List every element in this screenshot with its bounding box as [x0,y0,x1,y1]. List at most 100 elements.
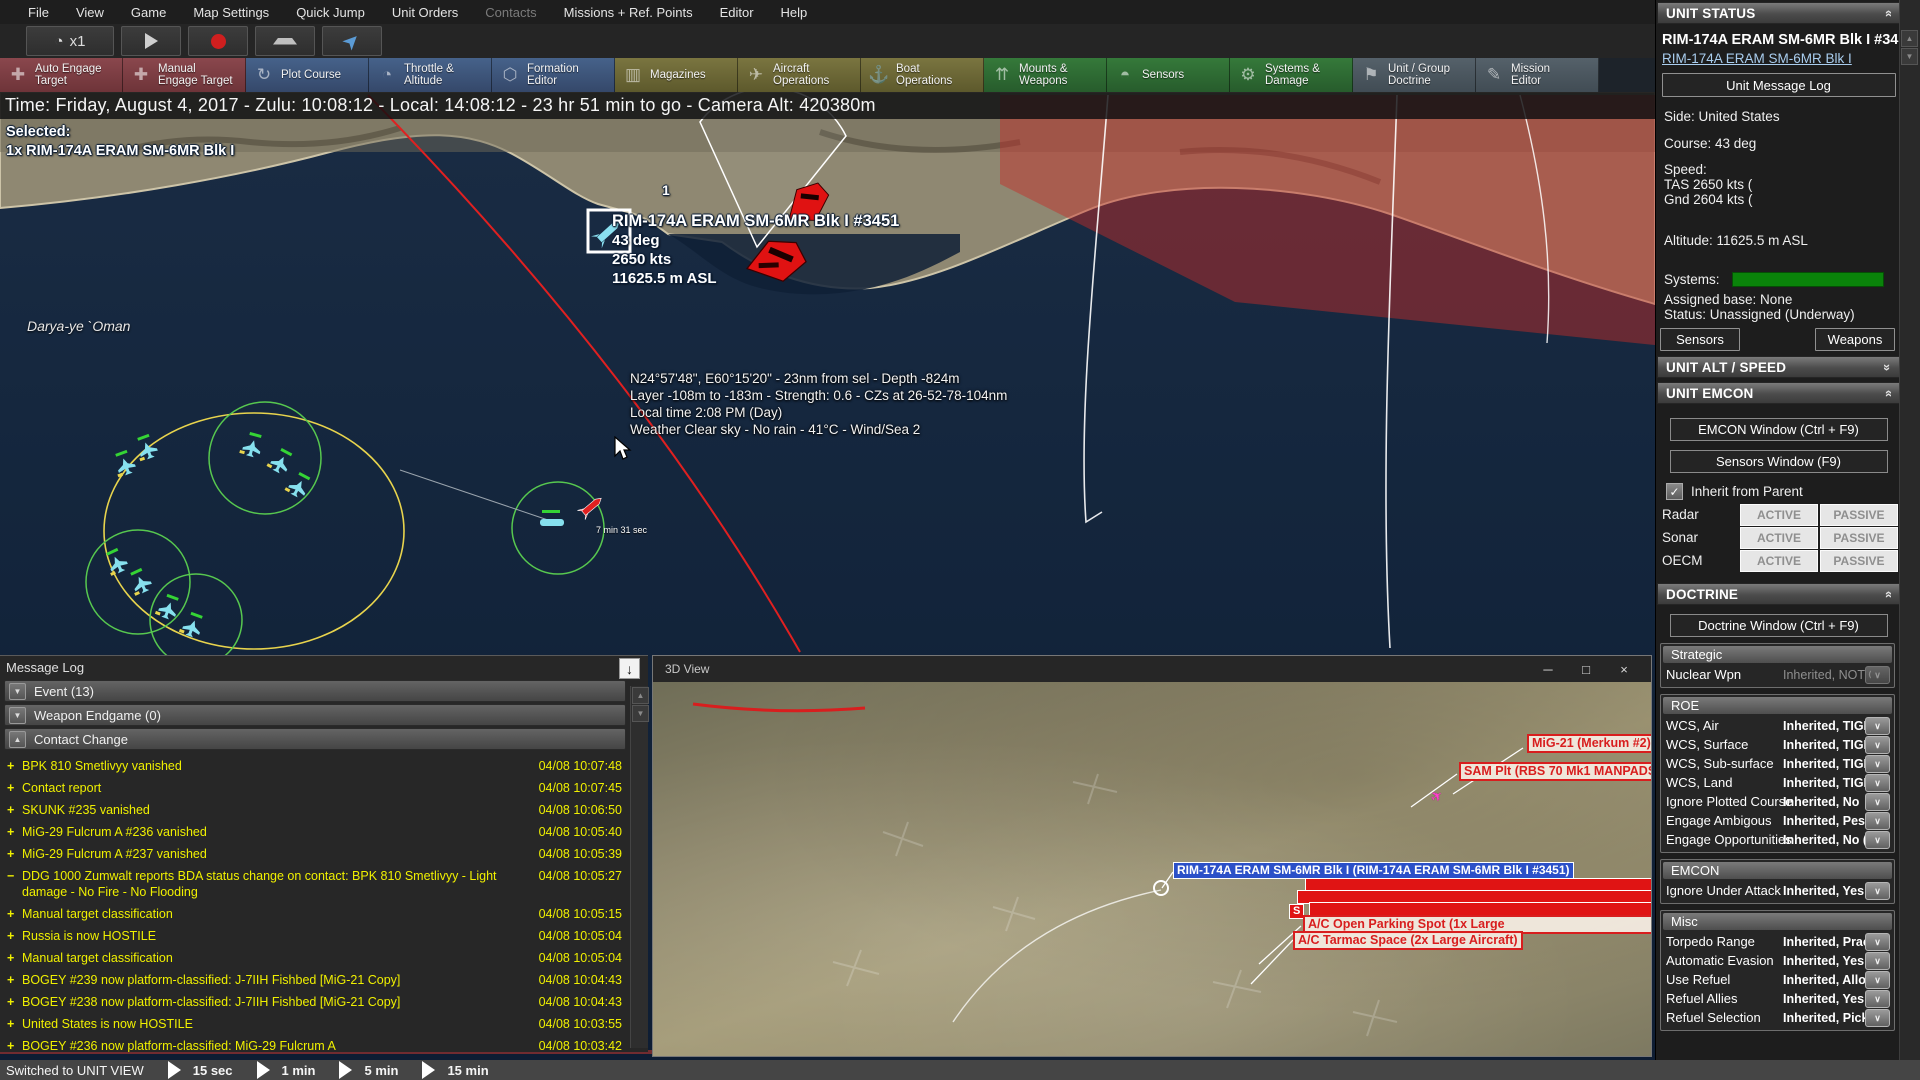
log-entry[interactable]: − DDG 1000 Zumwalt reports BDA status ch… [0,865,648,903]
expand-icon[interactable]: + [7,824,14,840]
minimize-icon[interactable]: ─ [1533,662,1563,677]
dropdown-icon[interactable]: ∨ [1865,882,1890,900]
expand-icon[interactable]: + [7,972,14,988]
log-entry[interactable]: + Manual target classification 04/08 10:… [0,947,648,969]
dropdown-icon[interactable]: ∨ [1865,774,1890,792]
scroll-up-icon[interactable]: ▲ [1901,30,1918,47]
unit-alt-speed-header[interactable]: UNIT ALT / SPEED » [1657,356,1900,378]
toolbar-button[interactable]: ◔ Throttle & Altitude [369,58,492,92]
time-speed-option[interactable]: 5 min [325,1061,398,1079]
dropdown-icon[interactable]: ∨ [1865,736,1890,754]
passive-button[interactable]: PASSIVE [1820,526,1898,549]
log-entry[interactable]: + BOGEY #239 now platform-classified: J-… [0,969,648,991]
log-entry[interactable]: + MiG-29 Fulcrum A #237 vanished 04/08 1… [0,843,648,865]
3d-view-content[interactable]: ✈ ✈ ✈ ✈ MiG-21 (Merkum #2) SAM Plt (RBS … [653,682,1651,1056]
log-entry[interactable]: + Contact report 04/08 10:07:45 [0,777,648,799]
toolbar-button[interactable]: ⚓ Boat Operations [861,58,984,92]
3d-label-tarmac[interactable]: A/C Tarmac Space (2x Large Aircraft) [1293,931,1523,950]
sensors-window-button[interactable]: Sensors Window (F9) [1669,450,1888,473]
menu-item[interactable]: Missions + Ref. Points [564,5,693,20]
log-entry[interactable]: + United States is now HOSTILE 04/08 10:… [0,1013,648,1035]
maximize-icon[interactable]: □ [1571,662,1601,677]
dropdown-icon[interactable]: ∨ [1865,717,1890,735]
expand-icon[interactable]: + [7,928,14,944]
toolbar-button[interactable]: ⚑ Unit / Group Doctrine [1353,58,1476,92]
toolbar-button[interactable]: ⚙ Systems & Damage [1230,58,1353,92]
quick-jump-button[interactable]: ➤ [322,26,382,56]
toolbar-button[interactable]: ⬡ Formation Editor [492,58,615,92]
friendly-aircraft-icon[interactable] [125,566,154,597]
sidebar-scrollbar[interactable]: ▲ ▼ [1899,0,1920,1080]
friendly-aircraft-icon[interactable] [239,430,265,459]
scroll-down-icon[interactable]: ▼ [632,705,649,722]
log-entry[interactable]: + MiG-29 Fulcrum A #236 vanished 04/08 1… [0,821,648,843]
selected-unit-map-label[interactable]: RIM-174A ERAM SM-6MR Blk I #3451 43 deg … [612,212,899,288]
chevron-up-icon[interactable]: » [1880,9,1895,16]
toolbar-button[interactable]: ✚ Auto Engage Target [0,58,123,92]
checkbox-checked-icon[interactable]: ✓ [1666,483,1683,500]
toolbar-button[interactable]: ↻ Plot Course [246,58,369,92]
expand-icon[interactable]: + [7,846,14,862]
expand-icon[interactable]: − [7,868,14,884]
toolbar-button[interactable]: ⇈ Mounts & Weapons [984,58,1107,92]
toolbar-button[interactable]: ✎ Mission Editor [1476,58,1599,92]
dropdown-icon[interactable]: ∨ [1865,793,1890,811]
log-group-header[interactable]: ▲ Contact Change [4,728,626,750]
log-entry[interactable]: + SKUNK #235 vanished 04/08 10:06:50 [0,799,648,821]
unit-emcon-header[interactable]: UNIT EMCON » [1657,382,1900,404]
expand-icon[interactable]: + [7,906,14,922]
expand-icon[interactable]: + [7,758,14,774]
dropdown-icon[interactable]: ∨ [1865,933,1890,951]
dropdown-icon[interactable]: ∨ [1865,831,1890,849]
dropdown-icon[interactable]: ∨ [1865,990,1890,1008]
menu-item[interactable]: Help [781,5,808,20]
friendly-aircraft-icon[interactable] [284,469,313,500]
3d-view-titlebar[interactable]: 3D View ─ □ × [653,656,1651,682]
menu-item[interactable]: Contacts [485,5,536,20]
popout-button[interactable]: ↓ [619,658,640,679]
expand-icon[interactable]: + [7,780,14,796]
chevron-up-icon[interactable]: » [1880,389,1895,396]
menu-item[interactable]: View [76,5,104,20]
emcon-window-button[interactable]: EMCON Window (Ctrl + F9) [1669,418,1888,441]
friendly-aircraft-icon[interactable] [266,445,295,476]
active-button[interactable]: ACTIVE [1740,526,1818,549]
unit-message-log-button[interactable]: Unit Message Log [1661,73,1896,97]
collapse-toggle-icon[interactable]: ▼ [9,706,26,724]
dropdown-icon[interactable]: ∨ [1865,952,1890,970]
scroll-up-icon[interactable]: ▲ [632,687,649,704]
doctrine-header[interactable]: DOCTRINE » [1657,583,1900,605]
log-entry[interactable]: + BOGEY #238 now platform-classified: J-… [0,991,648,1013]
expand-icon[interactable]: + [7,802,14,818]
dropdown-icon[interactable]: ∨ [1865,812,1890,830]
collapse-toggle-icon[interactable]: ▲ [9,730,26,748]
passive-button[interactable]: PASSIVE [1820,549,1898,572]
collapse-toggle-icon[interactable]: ▼ [9,682,26,700]
log-entry[interactable]: + BPK 810 Smetlivyy vanished 04/08 10:07… [0,755,648,777]
log-entry[interactable]: + Manual target classification 04/08 10:… [0,903,648,925]
passive-button[interactable]: PASSIVE [1820,503,1898,526]
close-icon[interactable]: × [1609,662,1639,677]
log-group-header[interactable]: ▼ Weapon Endgame (0) [4,704,626,726]
time-speed-option[interactable]: 15 sec [154,1061,233,1079]
dropdown-icon[interactable]: ∨ [1865,1009,1890,1027]
hostile-missile-icon[interactable] [577,493,606,520]
record-button[interactable] [188,26,248,56]
unit-class-link[interactable]: RIM-174A ERAM SM-6MR Blk I [1656,51,1901,66]
sensors-button[interactable]: Sensors [1660,328,1740,351]
menu-item[interactable]: Game [131,5,166,20]
toolbar-button[interactable]: ✈ Aircraft Operations [738,58,861,92]
log-entry[interactable]: + Russia is now HOSTILE 04/08 10:05:04 [0,925,648,947]
toolbar-button[interactable]: ✚ Manual Engage Target [123,58,246,92]
dropdown-icon[interactable]: ∨ [1865,666,1890,684]
menu-item[interactable]: File [28,5,49,20]
time-speed-option[interactable]: 15 min [408,1061,489,1079]
toolbar-button[interactable]: ◓ Sensors [1107,58,1230,92]
active-button[interactable]: ACTIVE [1740,503,1818,526]
menu-item[interactable]: Unit Orders [392,5,458,20]
dropdown-icon[interactable]: ∨ [1865,755,1890,773]
log-group-header[interactable]: ▼ Event (13) [4,680,626,702]
expand-icon[interactable]: + [7,1016,14,1032]
weapons-button[interactable]: Weapons [1815,328,1895,351]
dropdown-icon[interactable]: ∨ [1865,971,1890,989]
